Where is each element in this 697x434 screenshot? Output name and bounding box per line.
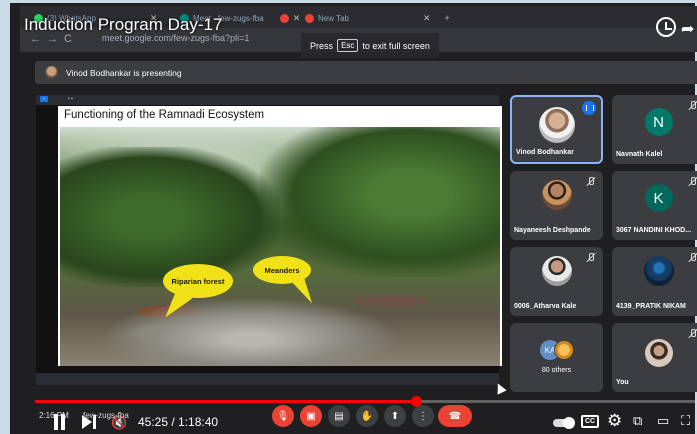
meeting-code: few-zugs-fba	[83, 411, 129, 420]
avatar	[45, 66, 58, 79]
avatar	[541, 256, 572, 286]
participant-tile[interactable]: K 3067 NANDINI KHOD...	[612, 171, 697, 240]
speaking-indicator-icon	[582, 101, 596, 115]
video-title: Induction Program Day-17	[24, 15, 223, 34]
participant-tile[interactable]: Vinod Bodhankar	[510, 95, 603, 164]
new-tab-icon[interactable]: +	[445, 13, 450, 23]
exit-fullscreen-icon[interactable]: ⛶	[681, 413, 690, 429]
fullscreen-toast: Press Esc to exit full screen	[301, 33, 439, 58]
participant-tile[interactable]: N Navnath Kalel	[612, 95, 697, 164]
mic-off-icon	[585, 252, 597, 264]
shared-browser-tabs: ▪ ▪ ▪	[36, 95, 499, 105]
shared-taskbar	[36, 373, 499, 385]
avatar	[554, 340, 574, 360]
shared-screen: ▪ ▪ ▪ Functioning of the Ramnadi Ecosyst…	[36, 95, 502, 385]
shared-tab-icon: ▪	[40, 96, 48, 102]
avatar: N	[644, 108, 673, 136]
miniplayer-icon[interactable]: ⧉	[633, 413, 642, 429]
presenter-banner: Vinod Bodhankar is presenting	[35, 61, 697, 84]
ramnadi-photo	[60, 127, 500, 366]
raise-hand-icon[interactable]: ✋	[356, 405, 378, 427]
presentation-slide: Functioning of the Ramnadi Ecosystem Rip…	[58, 106, 502, 366]
toast-prefix: Press	[310, 40, 334, 51]
photo-trees-right	[260, 127, 500, 277]
participant-name: Navnath Kalel	[616, 151, 663, 158]
slide-title: Functioning of the Ramnadi Ecosystem	[64, 109, 265, 121]
subtitles-icon[interactable]: CC	[581, 415, 599, 428]
avatar: K	[644, 184, 673, 212]
mic-off-icon	[585, 176, 597, 188]
captions-icon[interactable]: ▤	[328, 405, 350, 427]
mic-off-icon	[687, 328, 697, 340]
mic-off-icon[interactable]: 🎙	[272, 405, 294, 427]
recording-dot-icon	[279, 13, 289, 23]
theater-mode-icon[interactable]: ▭	[657, 413, 669, 429]
leave-call-icon[interactable]: ☎	[438, 405, 472, 427]
participant-tile[interactable]: 4139_PRATIK NIKAM	[612, 247, 697, 316]
present-icon[interactable]: ⬆	[384, 405, 406, 427]
others-count: 80 others	[541, 367, 572, 374]
video-frame: (3) WhatsApp ✕ Meet - few-zugs-fba ✕ New…	[0, 0, 697, 434]
progress-bar[interactable]	[35, 396, 695, 407]
tab-label: New Tab	[318, 13, 349, 23]
browser-tab-new[interactable]: New Tab ✕ +	[305, 10, 450, 26]
chrome-icon	[305, 13, 314, 23]
close-icon[interactable]: ✕	[293, 13, 301, 24]
more-options-icon[interactable]: ⋮	[412, 405, 434, 427]
mic-off-icon	[687, 252, 697, 264]
player-controls: 🔇 2:16 PM few-zugs-fba 45:25 / 1:18:40 🎙…	[10, 405, 697, 434]
mic-off-icon	[687, 176, 697, 188]
autoplay-toggle-icon[interactable]	[553, 417, 575, 429]
participant-tile[interactable]: 0006_Atharva Kale	[510, 247, 603, 316]
share-icon[interactable]: ➦	[681, 19, 694, 39]
settings-gear-icon[interactable]: ⚙	[607, 411, 622, 431]
mouse-cursor-icon	[493, 381, 507, 395]
meet-clock: 2:16 PM	[39, 411, 69, 420]
participant-name: 0006_Atharva Kale	[514, 303, 577, 310]
progress-played	[35, 400, 416, 403]
participant-tile[interactable]: Nayaneesh Deshpande	[510, 171, 603, 240]
time-display: 45:25 / 1:18:40	[138, 415, 219, 429]
photo-stream	[100, 297, 400, 366]
camera-off-icon[interactable]: ▣	[300, 405, 322, 427]
participant-name: You	[616, 379, 629, 386]
watch-later-icon[interactable]	[656, 17, 676, 37]
esc-key: Esc	[337, 39, 359, 52]
mic-off-icon	[687, 100, 697, 112]
presenter-text: Vinod Bodhankar is presenting	[66, 67, 182, 78]
callout-meanders: Meanders	[253, 256, 311, 284]
participant-name: Nayaneesh Deshpande	[514, 227, 591, 234]
avatar	[541, 180, 572, 210]
close-icon[interactable]: ✕	[423, 13, 431, 24]
participant-name: Vinod Bodhankar	[516, 149, 574, 156]
avatar	[643, 256, 674, 286]
callout-riparian-forest: Riparian forest	[163, 264, 233, 298]
others-tile[interactable]: KA 80 others	[510, 323, 603, 392]
shared-tab-icon: ▪ ▪	[68, 96, 73, 102]
participant-name: 3067 NANDINI KHOD...	[616, 227, 692, 234]
avatar	[538, 107, 575, 143]
avatar	[644, 339, 673, 367]
toast-suffix: to exit full screen	[362, 40, 430, 51]
self-tile[interactable]: You	[612, 323, 697, 392]
participant-name: 4139_PRATIK NIKAM	[616, 303, 686, 310]
others-avatars: KA	[540, 340, 576, 360]
